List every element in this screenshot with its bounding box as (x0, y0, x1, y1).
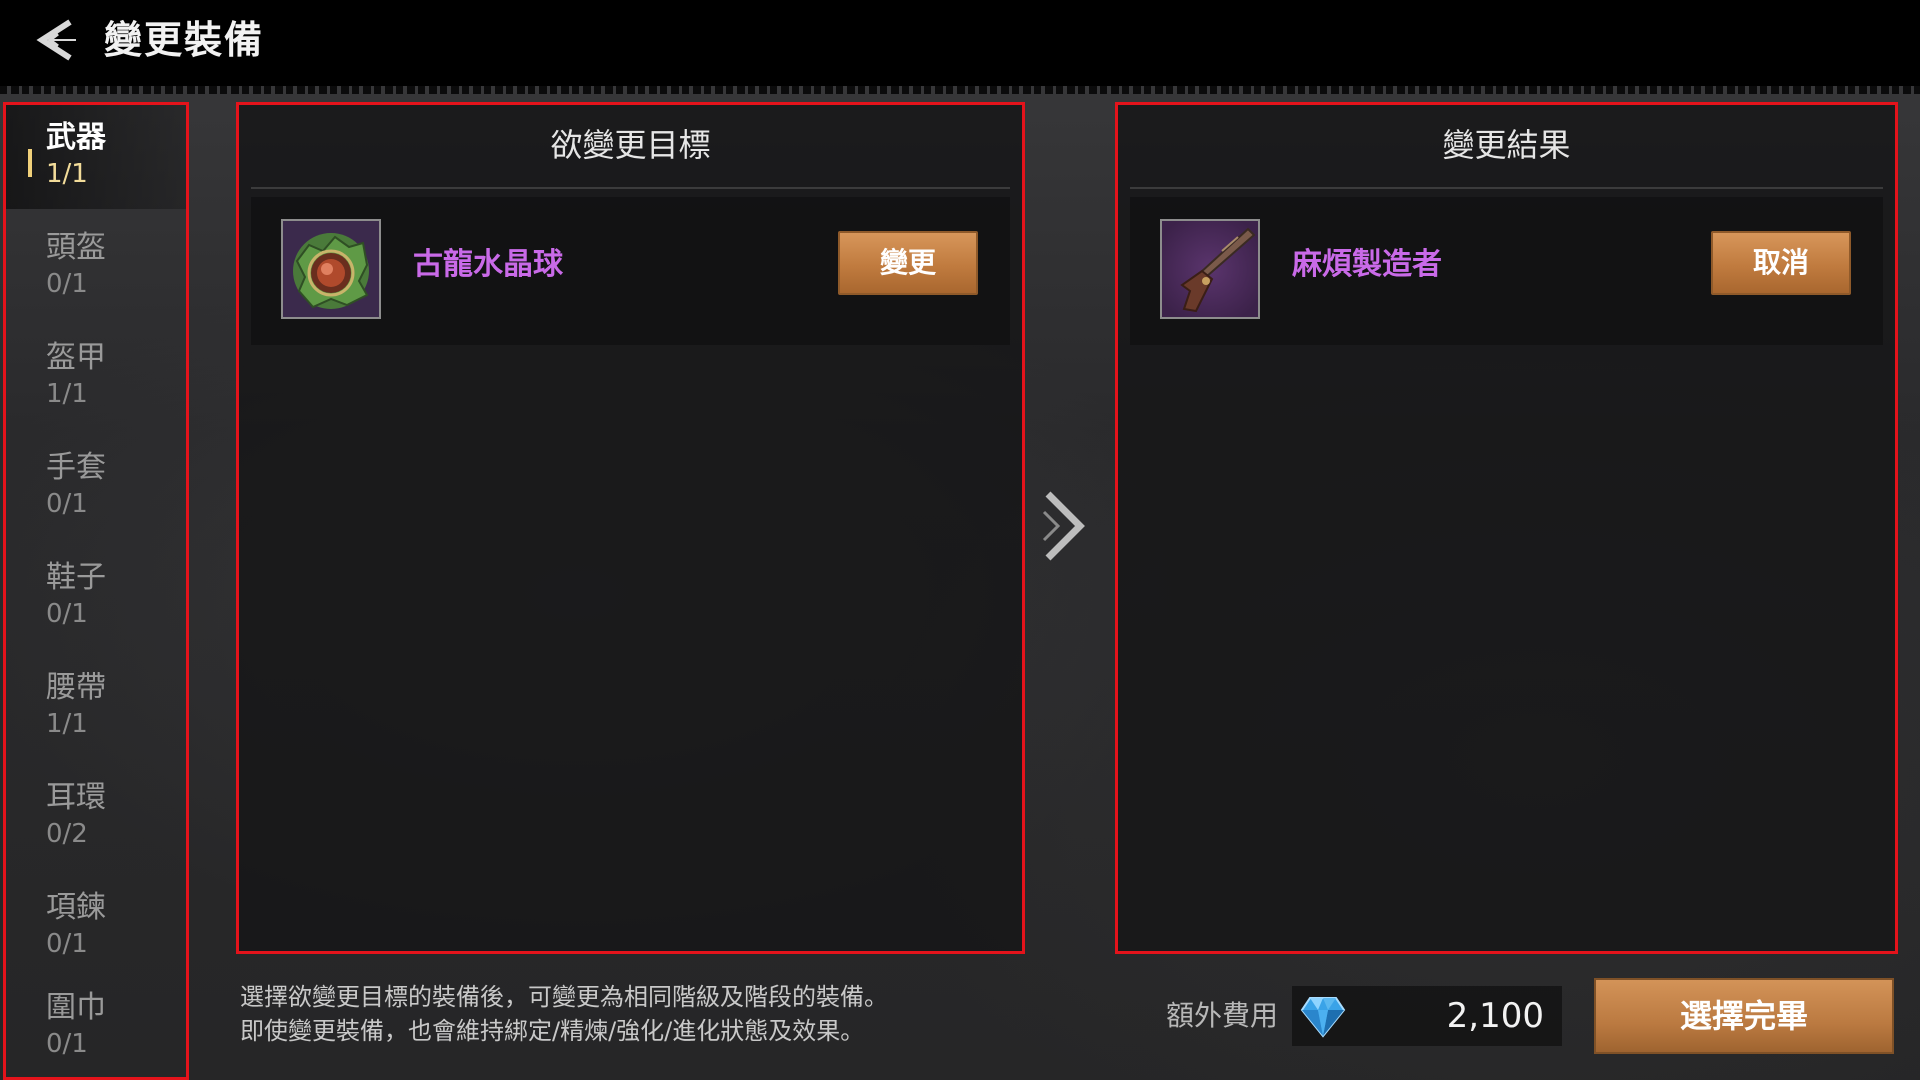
sidebar-item-label: 圍巾 (46, 990, 106, 1025)
sidebar-item-label: 耳環 (46, 780, 106, 815)
sidebar-item-helmet[interactable]: 頭盔 0/1 (6, 215, 186, 319)
result-item-name: 麻煩製造者 (1292, 247, 1442, 282)
sidebar-item-count: 1/1 (46, 159, 88, 189)
sidebar-item-label: 頭盔 (46, 230, 106, 265)
sidebar-item-label: 腰帶 (46, 670, 106, 705)
sidebar-item-count: 0/1 (46, 489, 88, 519)
active-marker (28, 149, 32, 177)
header-bar: 變更裝備 (0, 0, 1920, 94)
chevron-right-icon (1040, 488, 1090, 564)
sidebar-item-label: 鞋子 (46, 560, 106, 595)
result-item-row[interactable]: 麻煩製造者 取消 (1130, 197, 1883, 345)
page-title: 變更裝備 (104, 18, 265, 62)
back-arrow-icon (36, 19, 76, 61)
sidebar-item-weapon[interactable]: 武器 1/1 (6, 105, 186, 209)
sidebar-item-count: 1/1 (46, 709, 88, 739)
sidebar-item-count: 0/1 (46, 599, 88, 629)
target-panel-title: 欲變更目標 (550, 126, 711, 164)
description-text: 選擇欲變更目標的裝備後，可變更為相同階級及階段的裝備。 即使變更裝備，也會維持綁… (240, 980, 1000, 1048)
target-item-row[interactable]: 古龍水晶球 變更 (251, 197, 1010, 345)
sidebar-item-earring[interactable]: 耳環 0/2 (6, 765, 186, 869)
sidebar-item-count: 0/1 (46, 269, 88, 299)
description-line: 選擇欲變更目標的裝備後，可變更為相同階級及階段的裝備。 (240, 983, 888, 1011)
sidebar-item-necklace[interactable]: 項鍊 0/1 (6, 875, 186, 979)
result-panel-title: 變更結果 (1442, 126, 1571, 164)
sidebar-item-label: 項鍊 (46, 890, 106, 925)
target-panel: 欲變更目標 古龍水晶球 變更 (236, 102, 1025, 954)
crystal-orb-icon (283, 221, 379, 317)
sidebar-item-armor[interactable]: 盔甲 1/1 (6, 325, 186, 429)
extra-fee-box: 2,100 (1292, 986, 1562, 1046)
sidebar-item-count: 0/2 (46, 819, 88, 849)
screen: 變更裝備 武器 1/1 頭盔 0/1 盔甲 1/1 手套 0/1 鞋子 0/1 … (0, 0, 1920, 1080)
result-panel: 變更結果 麻煩製造者 取消 (1115, 102, 1898, 954)
sidebar-item-label: 手套 (46, 450, 106, 485)
sidebar-item-label: 盔甲 (46, 340, 106, 375)
description-line: 即使變更裝備，也會維持綁定/精煉/強化/進化狀態及效果。 (240, 1017, 865, 1045)
item-icon-slot (281, 219, 381, 319)
sidebar-item-count: 1/1 (46, 379, 88, 409)
extra-fee-label: 額外費用 (1166, 999, 1279, 1032)
sidebar-item-label: 武器 (46, 120, 106, 155)
cancel-button[interactable]: 取消 (1711, 231, 1851, 295)
diamond-icon (1300, 997, 1346, 1038)
target-item-name: 古龍水晶球 (413, 247, 563, 282)
equipment-category-sidebar: 武器 1/1 頭盔 0/1 盔甲 1/1 手套 0/1 鞋子 0/1 腰帶 1/… (3, 102, 189, 1080)
sidebar-item-shoes[interactable]: 鞋子 0/1 (6, 545, 186, 649)
sidebar-item-gloves[interactable]: 手套 0/1 (6, 435, 186, 539)
change-button[interactable]: 變更 (838, 231, 978, 295)
selection-complete-button[interactable]: 選擇完畢 (1594, 978, 1894, 1054)
item-icon-slot (1160, 219, 1260, 319)
sidebar-item-belt[interactable]: 腰帶 1/1 (6, 655, 186, 759)
sidebar-item-scarf[interactable]: 圍巾 0/1 (6, 975, 186, 1079)
gun-icon (1162, 221, 1258, 317)
back-button[interactable] (30, 14, 82, 66)
sidebar-item-count: 0/1 (46, 929, 88, 959)
sidebar-item-count: 0/1 (46, 1029, 88, 1059)
divider (1130, 187, 1883, 189)
extra-fee-value: 2,100 (1446, 996, 1544, 1036)
divider (251, 187, 1010, 189)
